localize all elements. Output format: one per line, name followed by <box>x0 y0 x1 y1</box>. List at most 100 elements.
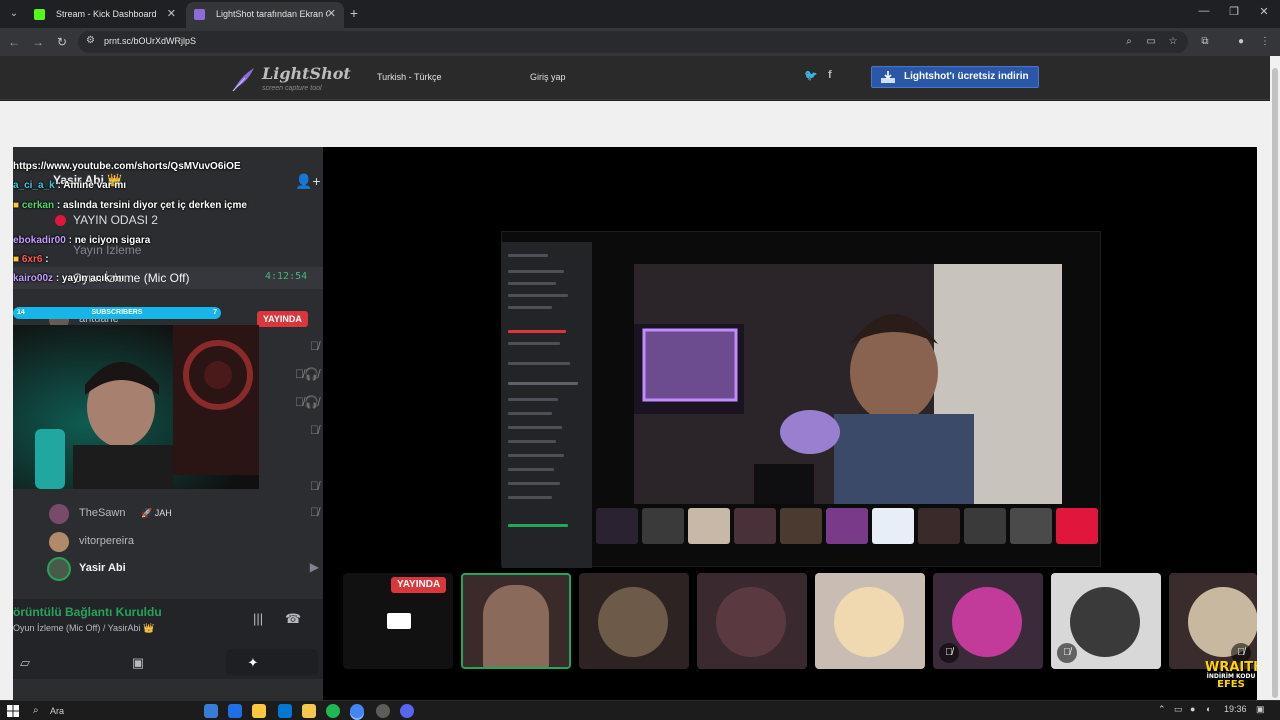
screenshot-image: Yasir Abi 👑 👤+ YAYIN ODASI 2 Yayın İzlem… <box>13 147 1257 700</box>
minimize-icon[interactable]: — <box>1194 5 1214 17</box>
taskbar-app-icon[interactable] <box>252 704 266 718</box>
kebab-menu-icon[interactable]: ⋮ <box>1258 35 1272 49</box>
camera-icon: ▶ <box>309 560 319 574</box>
forward-arrow-icon[interactable]: → <box>30 34 46 50</box>
webcam-tile-selected[interactable] <box>461 573 571 669</box>
participant-thumb <box>826 508 868 544</box>
screen-share-icon <box>387 613 411 629</box>
kick-favicon-icon <box>34 9 45 20</box>
username: Yasir Abi <box>79 562 126 574</box>
back-arrow-icon[interactable]: ← <box>6 34 22 50</box>
logo-tagline: screen capture tool <box>262 85 322 92</box>
muted-mic-icon: 🎙̸ <box>310 423 319 437</box>
participant-thumb <box>642 508 684 544</box>
taskbar-search[interactable]: ⌕ Ara <box>28 703 188 719</box>
volume-icon[interactable]: ◐ <box>1206 704 1211 714</box>
site-info-icon[interactable]: ⚙ <box>86 35 98 49</box>
tab-lightshot[interactable]: LightShot tarafından Ekran Gör ✕ <box>186 2 344 28</box>
notification-icon[interactable]: ▣ <box>1256 704 1265 715</box>
chat-text: : yayın acık mı <box>55 273 125 284</box>
participant-tiles: YAYINDA 🎙̸ 🎙̸ 🎙̸ <box>323 573 1257 671</box>
avatar-tile-dragon[interactable]: 🎙̸ <box>933 573 1043 669</box>
chat-message: kairo00z : yayın acık mı <box>13 273 124 284</box>
screen-share-tile[interactable]: YAYINDA <box>343 573 453 669</box>
taskbar-app-icon[interactable] <box>278 704 292 718</box>
webcam-feed <box>13 325 259 489</box>
avatar <box>49 504 69 524</box>
search-icon: ⌕ <box>33 705 39 716</box>
close-window-icon[interactable]: ✕ <box>1254 5 1274 18</box>
scrollbar-thumb[interactable] <box>1272 68 1278 698</box>
voice-user-thesawn[interactable]: TheSawn 🚀 JAH 🎙̸ <box>49 503 319 527</box>
live-indicator-icon <box>55 215 66 226</box>
connection-status: örüntülü Bağlantı Kuruldu <box>13 605 162 619</box>
download-button[interactable]: Lightshot'ı ücretsiz indirin <box>871 66 1039 88</box>
add-user-icon[interactable]: 👤+ <box>295 173 321 190</box>
chat-message: https://www.youtube.com/shorts/QsMVuvO6i… <box>13 161 241 172</box>
avatar-tile-beetle[interactable] <box>815 573 925 669</box>
chat-user: cerkan <box>21 200 55 211</box>
muted-mic-icon: 🎙̸ <box>310 505 319 519</box>
cast-icon[interactable]: ▭ <box>1144 35 1158 49</box>
avatar <box>49 532 69 552</box>
selected-control-bg <box>226 649 318 675</box>
url-text: prnt.sc/bOUrXdWRjlpS <box>104 36 197 46</box>
taskbar-app-icon[interactable] <box>228 704 242 718</box>
connection-channel[interactable]: Oyun İzleme (Mic Off) / YasirAbi 👑 <box>13 623 154 634</box>
microphone-icon[interactable]: ● <box>1190 704 1195 714</box>
subscribers-progress-bar: 14 SUBSCRIBERS 7 <box>13 307 221 319</box>
participant-thumb <box>688 508 730 544</box>
new-tab-button[interactable]: + <box>346 4 362 22</box>
activities-icon[interactable]: ✦ <box>241 655 265 671</box>
taskbar-app-icon[interactable] <box>204 704 218 718</box>
avatar-tile-wolf[interactable] <box>579 573 689 669</box>
close-tab-icon[interactable]: ✕ <box>327 2 336 27</box>
avatar <box>598 587 668 657</box>
address-bar[interactable]: ⚙ prnt.sc/bOUrXdWRjlpS <box>78 31 1188 53</box>
sponsor-code: EFES <box>1217 679 1245 690</box>
camera-off-icon[interactable]: ▱ <box>13 655 37 671</box>
zoom-icon[interactable]: ⌕ <box>1122 35 1136 49</box>
browser-toolbar: ← → ↻ ⚙ prnt.sc/bOUrXdWRjlpS ⌕ ▭ ☆ ⧉ ● ⋮ <box>0 28 1280 56</box>
screen-share-icon[interactable]: ▣ <box>126 655 150 671</box>
lightshot-favicon-icon <box>194 9 205 20</box>
facebook-icon[interactable]: f <box>828 69 832 81</box>
chat-user: 6xr6 <box>21 254 43 265</box>
deafened-icon: 🎙̸🎧̸ <box>295 395 319 409</box>
star-icon[interactable]: ☆ <box>1166 35 1180 49</box>
puzzle-icon[interactable]: ⧉ <box>1198 35 1212 49</box>
reload-icon[interactable]: ↻ <box>54 34 70 50</box>
network-icon[interactable]: ▭ <box>1174 704 1183 715</box>
login-link[interactable]: Giriş yap <box>530 72 566 82</box>
noise-suppression-icon[interactable]: ||| <box>253 611 263 626</box>
avatar-tile-rabbit[interactable] <box>697 573 807 669</box>
restore-icon[interactable]: ❐ <box>1224 5 1244 18</box>
chat-text: https://www.youtube.com/shorts/QsMVuvO6i… <box>13 161 241 172</box>
participant-thumb <box>596 508 638 544</box>
taskbar-app-icon[interactable] <box>376 704 390 718</box>
clock[interactable]: 19:36 <box>1224 704 1247 714</box>
avatar-tile-portrait[interactable]: 🎙̸ <box>1051 573 1161 669</box>
twitter-icon[interactable]: 🐦 <box>804 69 818 82</box>
page-scrollbar[interactable] <box>1270 56 1280 700</box>
profile-icon[interactable]: ● <box>1234 35 1248 49</box>
sponsor-overlay: WRAITH İNDİRİM KODU EFES <box>1205 661 1257 699</box>
channel-yayin-odasi[interactable]: YAYIN ODASI 2 <box>13 209 323 231</box>
voice-user-vitorpereira[interactable]: vitorpereira <box>49 531 319 555</box>
disconnect-icon[interactable]: ☎ <box>285 611 301 627</box>
close-tab-icon[interactable]: ✕ <box>167 2 176 27</box>
avatar-tile-king[interactable]: 🎙̸ <box>1169 573 1257 669</box>
tab-kick-dashboard[interactable]: Stream - Kick Dashboard ✕ <box>26 2 184 28</box>
muted-mic-icon: 🎙̸ <box>310 479 319 493</box>
tab-search-icon[interactable]: ⌄ <box>5 5 23 23</box>
lightshot-logo[interactable]: LightShot screen capture tool <box>230 64 351 94</box>
chat-user: kairo00z <box>13 273 54 284</box>
tray-chevron-icon[interactable]: ⌃ <box>1158 704 1166 715</box>
file-explorer-icon[interactable] <box>302 704 316 718</box>
chrome-icon[interactable] <box>350 704 364 718</box>
language-selector[interactable]: Turkish - Türkçe <box>377 72 442 82</box>
discord-icon[interactable] <box>400 704 414 718</box>
voice-user-yasir-abi[interactable]: Yasir Abi ▶ <box>49 558 319 582</box>
spotify-icon[interactable] <box>326 704 340 718</box>
windows-start-icon[interactable] <box>7 705 19 717</box>
